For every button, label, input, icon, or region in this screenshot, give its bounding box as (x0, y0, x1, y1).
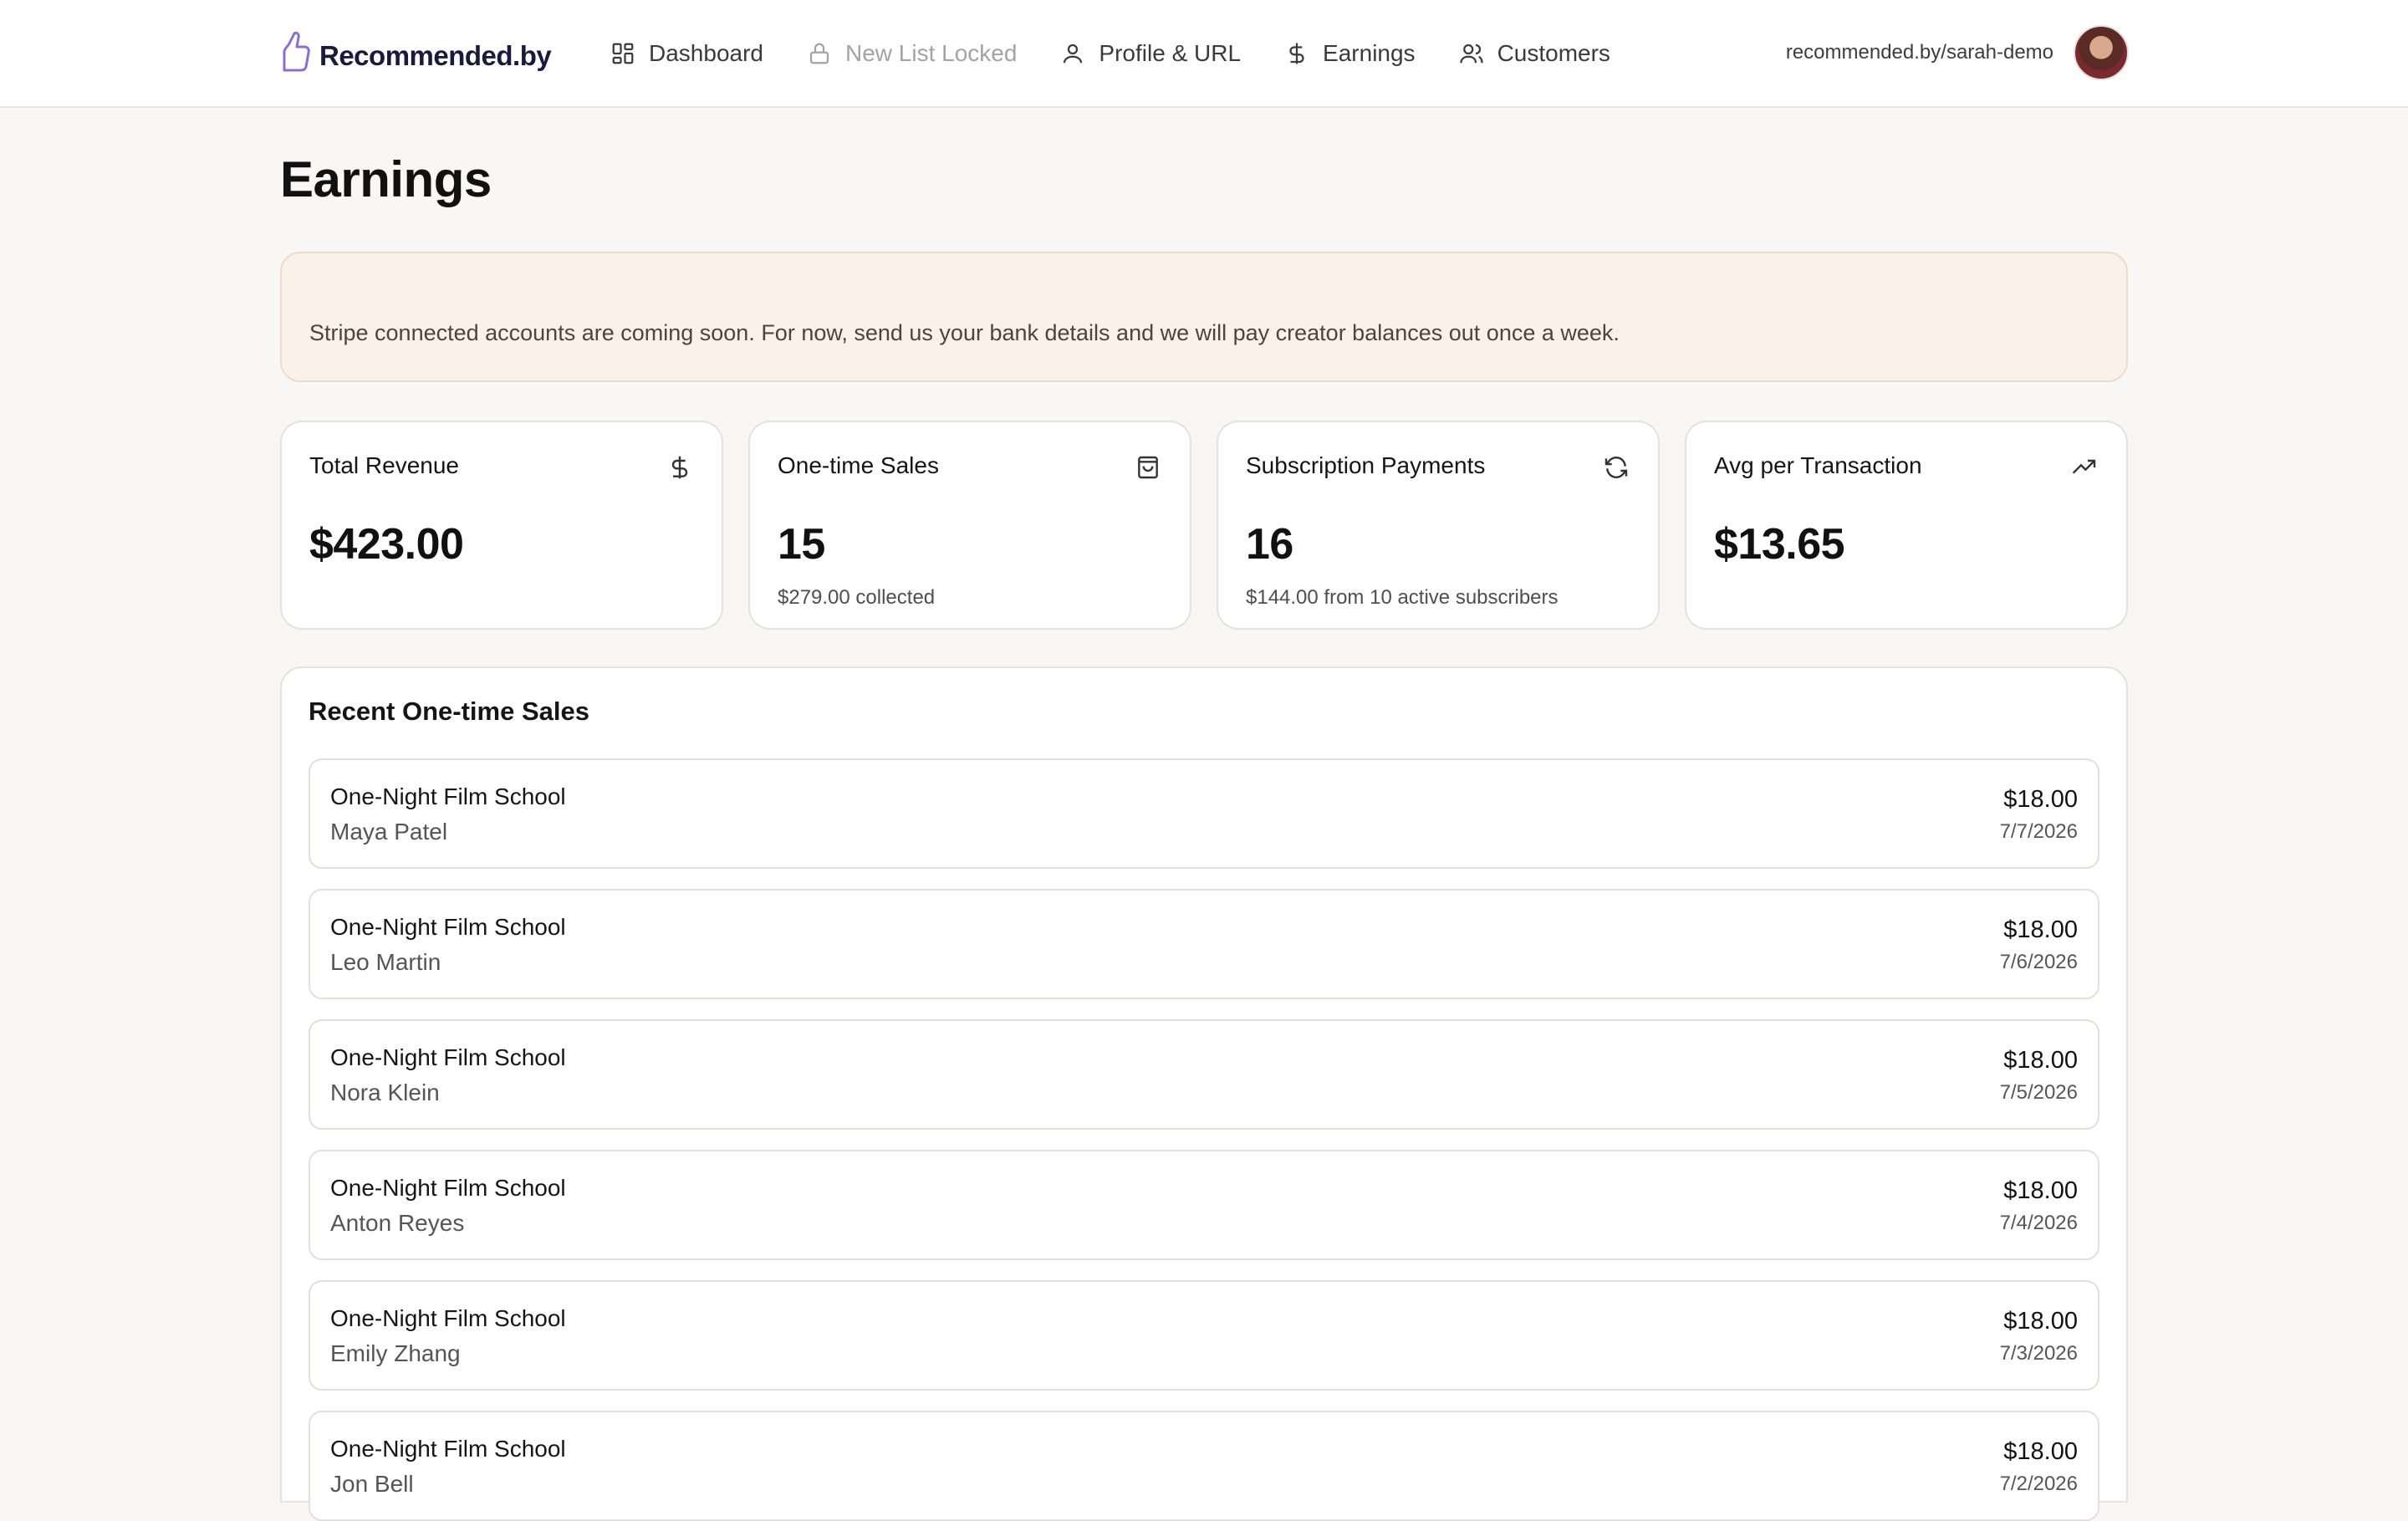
earnings-page: Earnings Stripe connected accounts are c… (280, 151, 2128, 1521)
section-title: Recent One-time Sales (309, 697, 589, 726)
sale-row[interactable]: One-Night Film School Jon Bell $18.00 7/… (309, 1411, 2099, 1521)
main-nav: Dashboard New List Locked Profile & URL … (610, 33, 1654, 74)
stat-card-one-time-sales: One-time Sales 15 $279.00 collected (748, 421, 1191, 630)
nav-item-label: Profile & URL (1099, 40, 1242, 66)
nav-item-earnings[interactable]: Earnings (1284, 33, 1416, 74)
shopping-bag-icon (1138, 456, 1158, 479)
sale-date: 7/6/2026 (1999, 951, 2078, 973)
sale-row[interactable]: One-Night Film School Emily Zhang $18.00… (309, 1280, 2099, 1391)
top-navigation-bar: Recommended.by Dashboard New List Locked… (0, 0, 2408, 108)
sale-amount: $18.00 (2003, 786, 2078, 813)
user-menu: recommended.by/sarah-demo (1786, 25, 2129, 80)
thumbs-up-icon (283, 31, 310, 72)
lock-icon (809, 43, 829, 64)
stat-card-total-revenue: Total Revenue $423.00 (280, 421, 723, 630)
stat-label: Subscription Payments (1246, 452, 1486, 478)
sale-product: One-Night Film School (330, 1175, 566, 1201)
sale-customer: Jon Bell (330, 1471, 414, 1497)
sale-date: 7/2/2026 (1999, 1473, 2078, 1495)
brand-name: Recommended.by (319, 40, 552, 71)
stat-value: 16 (1246, 520, 1293, 569)
nav-item-label: Customers (1497, 40, 1610, 66)
dollar-icon (1289, 43, 1304, 64)
stat-card-subscription-payments: Subscription Payments 16 $144.00 from 10… (1217, 421, 1660, 630)
users-icon (1459, 43, 1483, 64)
sale-customer: Anton Reyes (330, 1210, 465, 1236)
sale-customer: Maya Patel (330, 819, 448, 845)
dollar-icon (671, 456, 688, 479)
sale-date: 7/3/2026 (1999, 1342, 2078, 1365)
user-icon (1064, 43, 1083, 64)
stripe-notice-banner: Stripe connected accounts are coming soo… (280, 252, 2128, 382)
sale-product: One-Night Film School (330, 1436, 566, 1462)
sale-product: One-Night Film School (330, 1044, 566, 1070)
banner-text: Stripe connected accounts are coming soo… (309, 320, 1620, 345)
nav-item-dashboard[interactable]: Dashboard (610, 33, 763, 74)
sale-amount: $18.00 (2003, 916, 2078, 943)
nav-item-label: Dashboard (649, 40, 763, 66)
stat-value: 15 (778, 520, 825, 569)
sale-date: 7/7/2026 (1999, 820, 2078, 843)
refresh-icon (1604, 457, 1628, 478)
stat-subtext: $144.00 from 10 active subscribers (1246, 586, 1559, 609)
stat-card-avg-per-transaction: Avg per Transaction $13.65 (1685, 421, 2128, 630)
stats-cards: Total Revenue $423.00 One-time Sales 15 … (280, 421, 2128, 630)
stat-label: Total Revenue (309, 452, 460, 478)
sale-customer: Emily Zhang (330, 1340, 461, 1366)
profile-url-link[interactable]: recommended.by/sarah-demo (1786, 41, 2053, 64)
trending-up-icon (2072, 459, 2096, 474)
nav-item-label: New List Locked (844, 40, 1018, 66)
sale-product: One-Night Film School (330, 783, 566, 809)
sale-amount: $18.00 (2003, 1047, 2078, 1074)
sale-row[interactable]: One-Night Film School Anton Reyes $18.00… (309, 1150, 2099, 1260)
page-title: Earnings (280, 151, 492, 207)
sale-row[interactable]: One-Night Film School Leo Martin $18.00 … (309, 889, 2099, 999)
sale-customer: Leo Martin (330, 949, 441, 975)
recent-sales-panel: Recent One-time Sales One-Night Film Sch… (280, 666, 2128, 1521)
stat-value: $423.00 (309, 520, 464, 569)
nav-item-customers[interactable]: Customers (1459, 33, 1610, 74)
stat-label: One-time Sales (778, 452, 939, 478)
stat-value: $13.65 (1714, 520, 1845, 569)
sale-row[interactable]: One-Night Film School Nora Klein $18.00 … (309, 1019, 2099, 1130)
nav-item-profile-url[interactable]: Profile & URL (1060, 33, 1241, 74)
sale-product: One-Night Film School (330, 1305, 566, 1331)
brand-logo[interactable]: Recommended.by (278, 30, 552, 74)
sale-amount: $18.00 (2003, 1308, 2078, 1335)
nav-item-new-list-locked[interactable]: New List Locked (807, 33, 1017, 74)
sale-date: 7/5/2026 (1999, 1081, 2078, 1104)
sale-amount: $18.00 (2003, 1438, 2078, 1465)
dashboard-icon (612, 43, 634, 64)
sale-customer: Nora Klein (330, 1080, 440, 1105)
sale-product: One-Night Film School (330, 914, 566, 940)
sale-row[interactable]: One-Night Film School Maya Patel $18.00 … (309, 758, 2099, 869)
sale-amount: $18.00 (2003, 1177, 2078, 1204)
stat-subtext: $279.00 collected (778, 586, 936, 609)
stat-label: Avg per Transaction (1714, 452, 1922, 478)
sale-date: 7/4/2026 (1999, 1212, 2078, 1234)
nav-item-label: Earnings (1323, 40, 1416, 66)
avatar[interactable] (2074, 25, 2129, 80)
